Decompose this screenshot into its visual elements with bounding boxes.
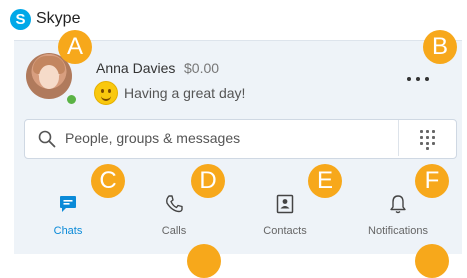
- presence-status-icon: [65, 93, 78, 106]
- bell-icon: [390, 195, 406, 214]
- credit-balance[interactable]: $0.00: [184, 60, 219, 76]
- phone-icon: [166, 195, 183, 213]
- callout-marker: A: [58, 30, 92, 64]
- profile-name[interactable]: Anna Davies: [96, 60, 175, 76]
- more-options-button[interactable]: [402, 69, 436, 89]
- chat-icon: [60, 196, 76, 212]
- sidebar-panel: Anna Davies $0.00 Having a great day! Pe…: [14, 40, 462, 254]
- smiley-icon[interactable]: [94, 81, 118, 105]
- contacts-icon: [276, 194, 294, 214]
- callout-marker: B: [423, 30, 457, 64]
- tab-calls-label: Calls: [161, 225, 187, 237]
- tab-notifications-label: Notifications: [368, 225, 428, 237]
- callout-marker: D: [191, 164, 225, 198]
- callout-marker-partial: [187, 244, 221, 278]
- callout-marker-partial: [415, 244, 449, 278]
- skype-logo-icon: S: [10, 9, 31, 30]
- app-title: Skype: [36, 10, 81, 27]
- tab-contacts-label: Contacts: [263, 225, 307, 237]
- search-input[interactable]: [65, 120, 385, 156]
- callout-marker: C: [91, 164, 125, 198]
- main-tabs: Chats Calls Contacts Notifications: [14, 181, 462, 254]
- tab-chats-label: Chats: [53, 225, 83, 237]
- callout-marker: E: [308, 164, 342, 198]
- divider: [398, 120, 399, 156]
- dialpad-icon[interactable]: [417, 128, 439, 150]
- avatar-face: [39, 65, 59, 89]
- search-icon: [38, 130, 56, 148]
- callout-marker: F: [415, 164, 449, 198]
- mood-message[interactable]: Having a great day!: [124, 85, 245, 101]
- search-box[interactable]: [24, 119, 457, 159]
